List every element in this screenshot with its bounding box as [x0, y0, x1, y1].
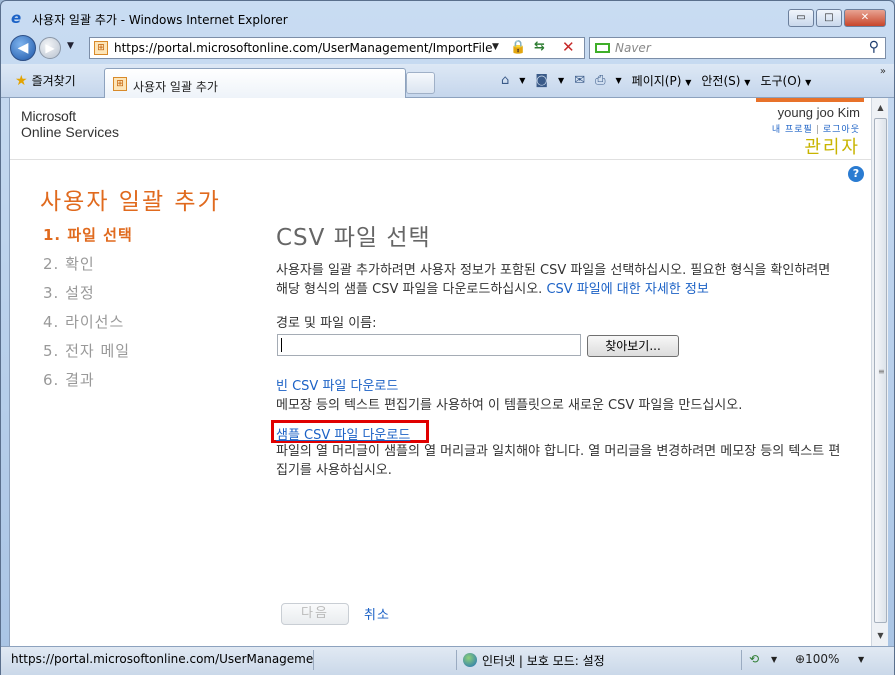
- history-dropdown-icon[interactable]: ▼: [67, 41, 74, 51]
- step-results: 6. 결과: [43, 371, 95, 389]
- description: 사용자를 일괄 추가하려면 사용자 정보가 포함된 CSV 파일을 선택하십시오…: [276, 263, 831, 297]
- print-dropdown-icon[interactable]: ▼: [616, 76, 622, 85]
- search-icon[interactable]: ⚲: [869, 39, 879, 55]
- status-bar: https://portal.microsoftonline.com/UserM…: [1, 646, 894, 675]
- forward-button[interactable]: ▶: [39, 37, 61, 59]
- wizard-steps: 1. 파일 선택 2. 확인 3. 설정 4. 라이선스 5. 전자 메일 6.…: [43, 224, 243, 398]
- step-verify: 2. 확인: [43, 255, 95, 273]
- globe-icon: [463, 653, 477, 667]
- main-panel: CSV 파일 선택 사용자를 일괄 추가하려면 사용자 정보가 포함된 CSV …: [271, 218, 856, 478]
- site-favicon-icon: ⊞: [113, 77, 127, 91]
- lock-icon[interactable]: 🔒: [510, 40, 526, 56]
- print-icon[interactable]: ⎙: [595, 73, 605, 88]
- portal-header: Microsoft Online Services young joo Kim …: [10, 98, 871, 160]
- chevron-more-icon[interactable]: »: [880, 66, 886, 77]
- address-bar[interactable]: ⊞ https://portal.microsoftonline.com/Use…: [89, 37, 585, 59]
- scroll-thumb[interactable]: ≡: [874, 118, 887, 623]
- refresh-icon[interactable]: ⇆: [534, 39, 545, 54]
- file-path-input[interactable]: [277, 334, 581, 356]
- csv-details-link[interactable]: CSV 파일에 대한 자세한 정보: [546, 282, 708, 297]
- favorites-label: 즐겨찾기: [31, 74, 76, 88]
- status-divider: [456, 650, 457, 670]
- browse-button[interactable]: 찾아보기...: [587, 335, 679, 357]
- user-name: young joo Kim: [777, 105, 860, 120]
- sample-csv-download-link[interactable]: 샘플 CSV 파일 다운로드: [276, 424, 410, 443]
- tab-current[interactable]: ⊞ 사용자 일괄 추가: [104, 68, 406, 98]
- search-placeholder[interactable]: Naver: [615, 41, 651, 55]
- mail-icon[interactable]: ✉: [574, 73, 585, 88]
- next-button[interactable]: 다음: [281, 603, 349, 625]
- path-label: 경로 및 파일 이름:: [276, 316, 377, 331]
- section-title: CSV 파일 선택: [276, 225, 431, 251]
- cancel-link[interactable]: 취소: [364, 604, 390, 623]
- tools-menu[interactable]: 도구(O) ▼: [760, 72, 811, 89]
- close-button[interactable]: ✕: [844, 9, 886, 27]
- accent-bar: [756, 98, 864, 102]
- address-dropdown-icon[interactable]: ▼: [492, 42, 499, 52]
- navigation-bar: ◀ ▶ ▼ ⊞ https://portal.microsoftonline.c…: [1, 33, 894, 63]
- safety-menu[interactable]: 안전(S) ▼: [701, 72, 750, 89]
- browser-window: e 사용자 일괄 추가 - Windows Internet Explorer …: [0, 0, 895, 675]
- blank-csv-download-link[interactable]: 빈 CSV 파일 다운로드: [276, 375, 398, 394]
- step-file-select: 1. 파일 선택: [43, 226, 133, 244]
- page-title: 사용자 일괄 추가: [40, 189, 221, 215]
- scroll-up-icon[interactable]: ▲: [873, 100, 888, 116]
- protected-mode-dropdown-icon[interactable]: ▼: [771, 655, 777, 664]
- sample-csv-description: 파일의 열 머리글이 샘플의 열 머리글과 일치해야 합니다. 열 머리글을 변…: [276, 444, 841, 478]
- blank-csv-description: 메모장 등의 텍스트 편집기를 사용하여 이 템플릿으로 새로운 CSV 파일을…: [276, 398, 743, 413]
- step-settings: 3. 설정: [43, 284, 95, 302]
- brand-line2: Online Services: [21, 124, 120, 140]
- step-email: 5. 전자 메일: [43, 342, 131, 360]
- home-icon[interactable]: ⌂: [501, 73, 509, 88]
- command-buttons: ⌂ ▼ ◙ ▼ ✉ ⎙ ▼ 페이지(P) ▼ 안전(S) ▼ 도구(O) ▼: [501, 72, 811, 89]
- scroll-down-icon[interactable]: ▼: [873, 628, 888, 644]
- window-controls: ▭ □ ✕: [788, 9, 886, 27]
- ie-logo-icon: e: [11, 9, 22, 27]
- naver-logo-icon: [595, 43, 610, 53]
- protected-mode-icon[interactable]: ⟲: [749, 652, 759, 666]
- security-zone[interactable]: 인터넷 | 보호 모드: 설정: [463, 652, 605, 669]
- address-url[interactable]: https://portal.microsoftonline.com/UserM…: [114, 41, 492, 55]
- new-tab-button[interactable]: [406, 72, 435, 94]
- home-dropdown-icon[interactable]: ▼: [519, 76, 525, 85]
- maximize-button[interactable]: □: [816, 9, 842, 27]
- feed-dropdown-icon[interactable]: ▼: [558, 76, 564, 85]
- stop-icon[interactable]: ✕: [562, 38, 575, 56]
- step-licenses: 4. 라이선스: [43, 313, 125, 331]
- page-menu[interactable]: 페이지(P) ▼: [632, 72, 692, 89]
- back-button[interactable]: ◀: [10, 35, 36, 61]
- search-box[interactable]: Naver ⚲: [589, 37, 886, 59]
- zoom-icon: ⊕: [795, 652, 806, 666]
- zoom-level[interactable]: ⊕100%: [795, 652, 839, 666]
- status-divider: [313, 650, 314, 670]
- site-favicon-icon: ⊞: [94, 41, 108, 55]
- favorites-button[interactable]: ★ 즐겨찾기: [15, 72, 76, 89]
- status-url: https://portal.microsoftonline.com/UserM…: [11, 652, 313, 666]
- grip-icon: ≡: [878, 367, 885, 376]
- help-icon[interactable]: ?: [848, 166, 864, 182]
- status-divider: [741, 650, 742, 670]
- minimize-button[interactable]: ▭: [788, 9, 814, 27]
- page-content: Microsoft Online Services young joo Kim …: [9, 98, 871, 646]
- rss-feed-icon[interactable]: ◙: [535, 73, 548, 88]
- vertical-scrollbar[interactable]: ▲ ≡ ▼: [871, 98, 888, 646]
- title-bar: e 사용자 일괄 추가 - Windows Internet Explorer …: [1, 1, 894, 33]
- zoom-dropdown-icon[interactable]: ▼: [858, 655, 864, 664]
- tab-title: 사용자 일괄 추가: [133, 80, 218, 94]
- text-caret: [281, 338, 282, 352]
- star-icon: ★: [15, 73, 28, 89]
- brand-line1: Microsoft: [21, 108, 76, 124]
- command-bar: ★ 즐겨찾기 ⊞ 사용자 일괄 추가 ⌂ ▼ ◙ ▼ ✉ ⎙ ▼ 페이지(P) ▼ 안전…: [1, 64, 894, 98]
- role-label: 관리자: [804, 137, 860, 158]
- window-title: 사용자 일괄 추가 - Windows Internet Explorer: [32, 13, 288, 27]
